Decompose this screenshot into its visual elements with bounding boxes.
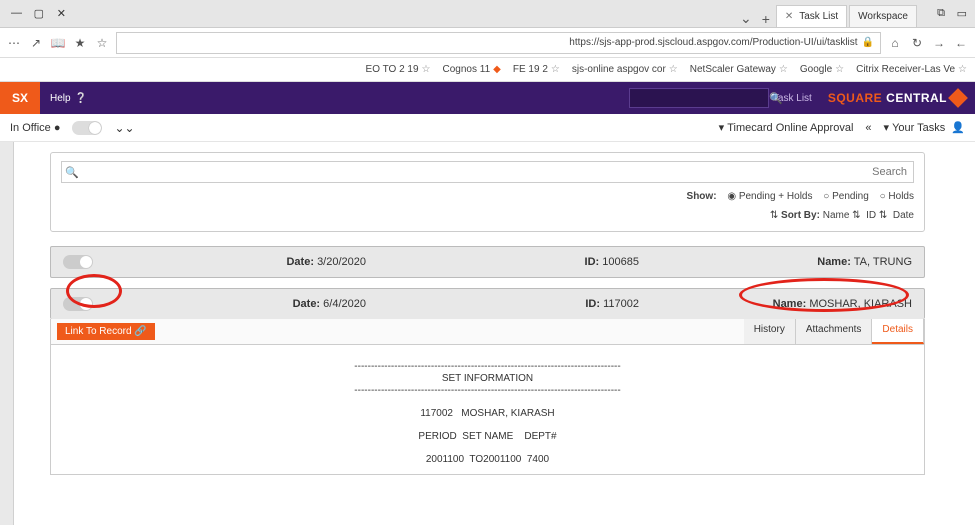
detail-memo: ----------------------------------------… xyxy=(51,345,924,474)
star-icon: ☆ xyxy=(422,64,431,75)
brand-logo-icon xyxy=(948,88,968,108)
browser-tab-workspace[interactable]: Workspace xyxy=(849,5,917,27)
detail-tabs: Details Attachments History 🔗 Link To Re… xyxy=(51,319,924,345)
window-buttons: ✕ ▢ — xyxy=(4,7,70,21)
show-label: Show: xyxy=(687,191,717,202)
forward-icon[interactable]: → xyxy=(931,35,947,51)
sort-id[interactable]: ID ⇅ xyxy=(866,210,887,221)
user-icon: 👤 xyxy=(951,121,965,134)
star-icon: ☆ xyxy=(669,64,678,75)
window-restore-icon[interactable]: ⧉ xyxy=(931,7,945,21)
help-button[interactable]: ❔Help xyxy=(40,93,97,104)
timecard-dropdown[interactable]: Timecard Online Approval ▾ xyxy=(719,121,854,134)
your-tasks-dropdown[interactable]: Your Tasks ▾ xyxy=(884,121,946,134)
brand-text-2: SQUARE xyxy=(828,91,882,105)
star-icon: ☆ xyxy=(551,64,560,75)
star-icon: ☆ xyxy=(779,64,788,75)
refresh-icon[interactable]: ↻ xyxy=(909,35,925,51)
in-office-toggle[interactable] xyxy=(72,121,102,135)
bookmarks-bar: ☆Citrix Receiver-Las Ve ☆Google ☆NetScal… xyxy=(0,58,975,82)
task-row[interactable]: Name: MOSHAR, KIARASH ID: 117002 Date: 6… xyxy=(50,288,925,319)
tab-details[interactable]: Details xyxy=(872,319,924,344)
new-tab-button[interactable]: + xyxy=(756,11,776,27)
tab-history[interactable]: History xyxy=(744,319,796,344)
home-icon[interactable]: ⌂ xyxy=(887,35,903,51)
tab-attachments[interactable]: Attachments xyxy=(796,319,873,344)
app-search: 🔍 xyxy=(97,88,767,108)
in-office-label: ● In Office xyxy=(10,122,60,134)
bookmark-item[interactable]: ☆Google xyxy=(800,64,844,75)
address-bar[interactable]: 🔒 https://sjs-app-prod.sjscloud.aspgov.c… xyxy=(116,32,881,54)
chevron-down-icon[interactable]: ⌄⌄ xyxy=(114,121,134,135)
lock-icon: 🔒 xyxy=(862,37,874,48)
brand-text-1: CENTRAL xyxy=(886,91,947,105)
window-titlebar: ▭ ⧉ Workspace Task List ✕ + ⌄ ✕ ▢ — xyxy=(0,0,975,28)
sort-name[interactable]: Name ⇅ xyxy=(823,210,861,221)
more-icon[interactable]: ⋯ xyxy=(6,35,22,51)
bookmark-item[interactable]: ☆FE 19 2 xyxy=(513,64,560,75)
sub-header: 👤 Your Tasks ▾ » Timecard Online Approva… xyxy=(0,114,975,142)
search-input[interactable] xyxy=(61,161,914,183)
link-to-record-button[interactable]: 🔗 Link To Record xyxy=(57,323,155,340)
star-icon: ☆ xyxy=(958,64,967,75)
sort-label: Sort By: xyxy=(781,210,820,221)
bookmark-item[interactable]: ☆NetScaler Gateway xyxy=(690,64,788,75)
row-toggle[interactable] xyxy=(63,255,93,269)
tab-chevron-icon[interactable]: ⌄ xyxy=(736,10,756,27)
bookmark-item[interactable]: ☆sjs-online aspgov cor xyxy=(572,64,678,75)
close-icon[interactable]: ✕ xyxy=(52,7,66,21)
browser-toolbar: ← → ↻ ⌂ 🔒 https://sjs-app-prod.sjscloud.… xyxy=(0,28,975,58)
back-icon[interactable]: ← xyxy=(953,35,969,51)
tab-label: Task List xyxy=(799,11,838,22)
app-header: CENTRALSQUARE Task List 🔍 ❔Help SX xyxy=(0,82,975,114)
tab-label: Workspace xyxy=(858,11,908,22)
brand: CENTRAL SQUARE xyxy=(818,91,975,105)
maximize-icon[interactable]: ▢ xyxy=(30,7,44,21)
star-icon: ☆ xyxy=(835,64,844,75)
radio-holds[interactable]: ○ Holds xyxy=(880,191,914,202)
sort-options: Sort By: Name ⇅ ID ⇅ Date ⇅ xyxy=(61,210,914,221)
browser-tab-tasklist[interactable]: Task List ✕ xyxy=(776,5,847,27)
close-icon[interactable]: ✕ xyxy=(785,11,793,22)
search-icon[interactable]: 🔍 xyxy=(65,166,79,179)
share-icon[interactable]: ↗ xyxy=(28,35,44,51)
app-search-input[interactable] xyxy=(629,88,769,108)
bookmark-item[interactable]: ◆Cognos 11 xyxy=(443,64,501,75)
detail-panel: Details Attachments History 🔗 Link To Re… xyxy=(50,319,925,475)
minimize-icon[interactable]: — xyxy=(8,7,22,21)
help-icon: ❔ xyxy=(75,93,87,104)
browser-tabs: Workspace Task List ✕ + ⌄ xyxy=(78,0,919,27)
radio-pending[interactable]: ○ Pending xyxy=(823,191,869,202)
main-content: 🔍 Show: ◉ Pending + Holds ○ Pending ○ Ho… xyxy=(0,142,975,525)
diamond-icon: ◆ xyxy=(493,64,501,75)
star-icon[interactable]: ☆ xyxy=(94,35,110,51)
window-overlap-icon[interactable]: ▭ xyxy=(953,7,967,21)
row-toggle[interactable] xyxy=(63,297,93,311)
reading-icon[interactable]: 📖 xyxy=(50,35,66,51)
bookmark-item[interactable]: ☆19 2 EO TO xyxy=(366,64,431,75)
sx-button[interactable]: SX xyxy=(0,82,40,114)
window-controls: ▭ ⧉ xyxy=(927,7,971,21)
search-icon: 🔍 xyxy=(769,92,783,105)
task-row[interactable]: Name: TA, TRUNG ID: 100685 Date: 3/20/20… xyxy=(50,246,925,278)
filter-panel: 🔍 Show: ◉ Pending + Holds ○ Pending ○ Ho… xyxy=(50,152,925,232)
url-text: https://sjs-app-prod.sjscloud.aspgov.com… xyxy=(569,37,857,48)
show-options: Show: ◉ Pending + Holds ○ Pending ○ Hold… xyxy=(61,191,914,202)
bookmark-item[interactable]: ☆Citrix Receiver-Las Ve xyxy=(856,64,967,75)
favorites-icon[interactable]: ★ xyxy=(72,35,88,51)
radio-pending-holds[interactable]: ◉ Pending + Holds xyxy=(727,191,812,202)
